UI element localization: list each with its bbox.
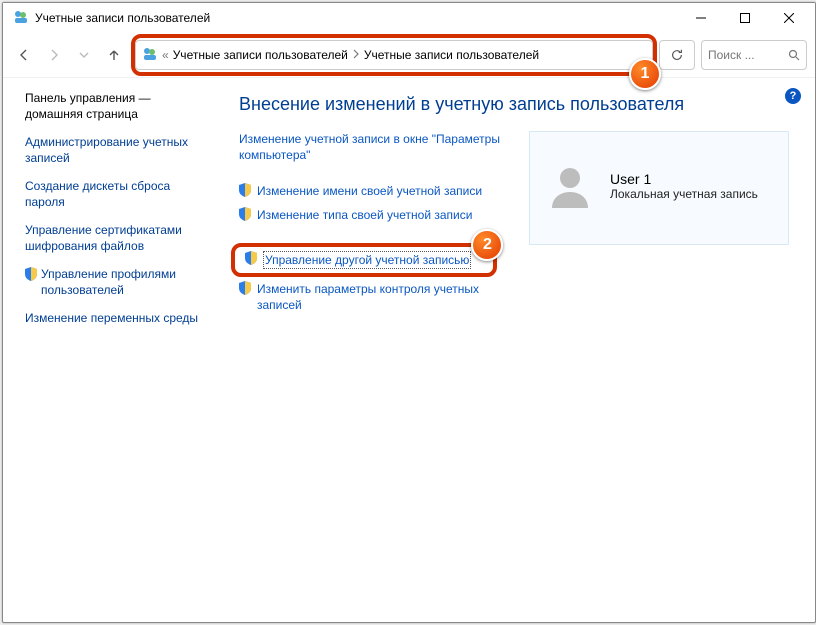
shield-icon — [245, 251, 257, 269]
search-input[interactable]: Поиск ... — [701, 40, 807, 70]
sidebar-link-home[interactable]: Панель управления — домашняя страница — [25, 90, 211, 122]
forward-button[interactable] — [40, 41, 68, 69]
chevron-right-icon — [352, 48, 360, 62]
user-info: User 1 Локальная учетная запись — [610, 171, 758, 201]
task-link-pcsettings[interactable]: Изменение учетной записи в окне "Парамет… — [239, 131, 509, 163]
up-button[interactable] — [100, 41, 128, 69]
toolbar: « Учетные записи пользователей Учетные з… — [3, 33, 815, 78]
shield-icon — [239, 183, 251, 201]
task-link-type[interactable]: Изменение типа своей учетной записи — [239, 207, 509, 225]
shield-icon — [239, 281, 251, 313]
sidebar-link-reset-disk[interactable]: Создание дискеты сброса пароля — [25, 178, 211, 210]
recent-dropdown[interactable] — [70, 41, 98, 69]
breadcrumb-seg-1[interactable]: Учетные записи пользователей — [173, 48, 348, 62]
content-body: Панель управления — домашняя страница Ад… — [3, 78, 815, 622]
sidebar: Панель управления — домашняя страница Ад… — [3, 78, 221, 622]
search-placeholder: Поиск ... — [708, 48, 788, 62]
user-name: User 1 — [610, 171, 758, 187]
titlebar: Учетные записи пользователей — [3, 3, 815, 33]
task-link-manage[interactable]: Управление другой учетной записью — [239, 245, 489, 275]
overflow-chevron-icon: « — [162, 48, 169, 62]
help-icon[interactable]: ? — [785, 88, 801, 104]
window: Учетные записи пользователей « Учетные з… — [2, 2, 816, 623]
main-panel: ? Внесение изменений в учетную запись по… — [221, 78, 815, 622]
avatar-icon — [544, 160, 596, 212]
sidebar-link-profiles[interactable]: Управление профилями пользователей — [25, 266, 211, 298]
sidebar-link-env[interactable]: Изменение переменных среды — [25, 310, 211, 326]
task-link-uac[interactable]: Изменить параметры контроля учетных запи… — [239, 281, 509, 313]
address-icon — [142, 46, 158, 65]
task-link-manage-container: Управление другой учетной записью 2 — [239, 245, 489, 275]
back-button[interactable] — [10, 41, 38, 69]
address-bar[interactable]: « Учетные записи пользователей Учетные з… — [135, 40, 653, 70]
user-card[interactable]: User 1 Локальная учетная запись — [529, 131, 789, 245]
sidebar-link-certs[interactable]: Управление сертификатами шифрования файл… — [25, 222, 211, 254]
task-links: Изменение учетной записи в окне "Парамет… — [239, 131, 509, 319]
maximize-button[interactable] — [723, 3, 767, 33]
annotation-badge-2: 2 — [471, 229, 503, 261]
address-bar-container: « Учетные записи пользователей Учетные з… — [135, 40, 653, 70]
sidebar-link-admin[interactable]: Администрирование учетных записей — [25, 134, 211, 166]
app-icon — [13, 9, 29, 28]
search-icon — [788, 49, 800, 61]
breadcrumb-seg-2[interactable]: Учетные записи пользователей — [364, 48, 539, 62]
close-button[interactable] — [767, 3, 811, 33]
page-heading: Внесение изменений в учетную запись поль… — [239, 94, 789, 115]
window-title: Учетные записи пользователей — [35, 11, 210, 25]
shield-icon — [25, 267, 37, 298]
refresh-button[interactable] — [659, 40, 695, 70]
shield-icon — [239, 207, 251, 225]
task-link-rename[interactable]: Изменение имени своей учетной записи — [239, 183, 509, 201]
minimize-button[interactable] — [679, 3, 723, 33]
user-type: Локальная учетная запись — [610, 187, 758, 201]
